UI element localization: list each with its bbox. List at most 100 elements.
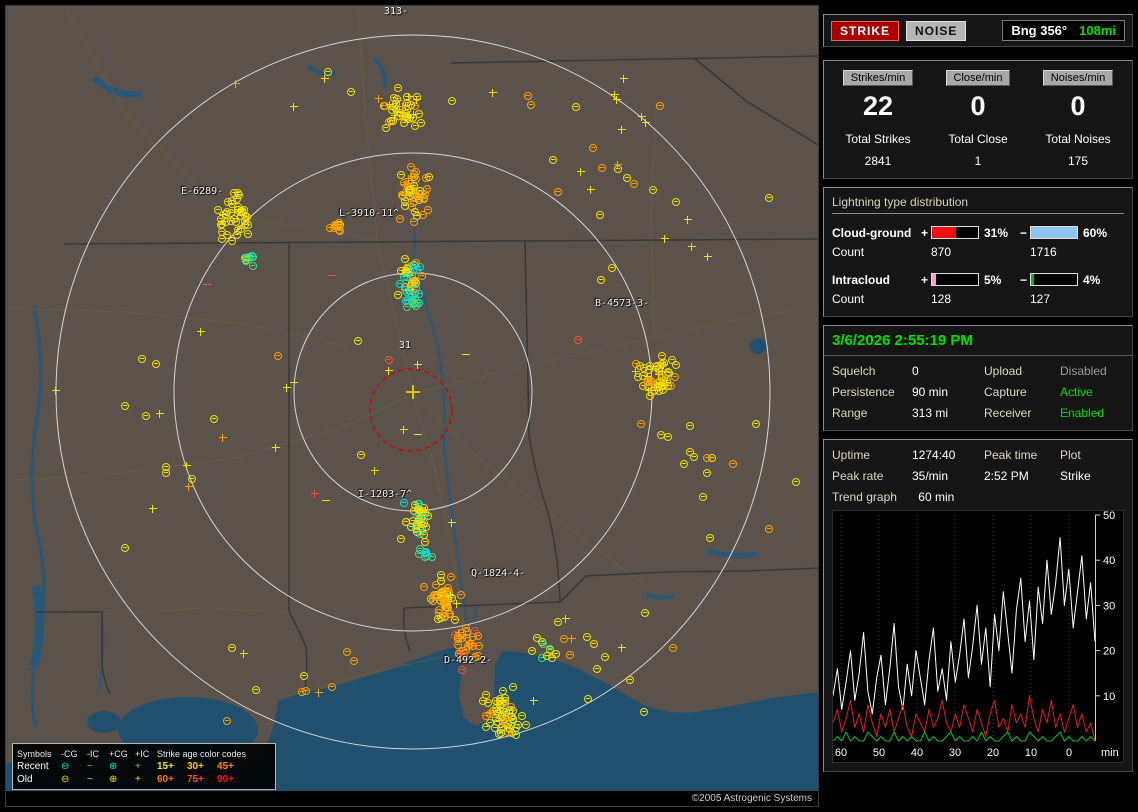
distribution-box: Lightning type distribution Cloud-ground…: [823, 187, 1133, 317]
border-tn-south: [63, 238, 818, 245]
legend-symbol-header: -CG: [61, 748, 78, 759]
trend-graph-label: Trend graph: [832, 490, 897, 504]
strike-indicator[interactable]: STRIKE: [831, 20, 900, 41]
legend-strike-icon: +: [135, 760, 141, 772]
legend-strike-icon: ⊖: [61, 773, 70, 785]
side-panel: STRIKE NOISE Bng 356° 108mi Strikes/min …: [823, 5, 1133, 782]
settings-grid: Squelch 0 Upload Disabled Persistence 90…: [824, 356, 1132, 430]
noises-column: Noises/min 0 Total Noises 175: [1028, 70, 1128, 168]
border-al-fl: [403, 601, 561, 609]
stats-grid: Uptime 1274:40 Peak time Plot Peak rate …: [832, 448, 1124, 483]
trend-graph-svg: 60 50 40 30 20 10 0 min 50 40 30 20 10: [832, 510, 1123, 759]
svg-text:10: 10: [1025, 747, 1037, 759]
legend-row-label: Recent: [17, 761, 49, 772]
legend-age-code: 15+: [157, 761, 174, 772]
status-box: 3/6/2026 2:55:19 PM Squelch 0 Upload Dis…: [823, 325, 1133, 431]
legend-symbols-label: Symbols: [17, 748, 52, 759]
tracked-cell-circle: [369, 368, 453, 452]
center-cell-label: 31: [399, 340, 412, 351]
map-base-layers: [6, 7, 818, 806]
legend-age-code: 45+: [217, 761, 234, 772]
capture-label: Capture: [984, 385, 1027, 399]
legend-strike-icon: ⊖: [61, 760, 70, 772]
ic-neg-count: 127: [1030, 291, 1051, 306]
cg-pos-count: 870: [931, 244, 952, 259]
plus-sign: +: [920, 272, 928, 287]
cg-neg-bar: [1030, 226, 1078, 239]
peak-time-value: 2:52 PM: [984, 469, 1029, 483]
uptime-value: 1274:40: [912, 448, 956, 462]
row-label: Cloud-ground: [832, 225, 912, 240]
svg-text:60: 60: [835, 747, 847, 759]
svg-text:20: 20: [1103, 646, 1115, 658]
trend-duration-row: Trend graph 60 min: [832, 490, 1124, 504]
intracloud-count-row: Count 128 127: [832, 289, 1124, 308]
border-al-ga: [524, 239, 561, 603]
total-strikes-label: Total Strikes: [845, 132, 911, 146]
ic-pos-count: 128: [931, 291, 952, 306]
intracloud-row: Intracloud + 5% − 4%: [832, 270, 1124, 289]
range-top-label: 313-: [384, 6, 409, 17]
total-noises-label: Total Noises: [1045, 132, 1111, 146]
border-perdido: [402, 607, 411, 652]
ic-neg-bar: [1030, 273, 1078, 286]
legend-symbol-header: +IC: [135, 748, 150, 759]
distribution-title: Lightning type distribution: [832, 195, 1124, 214]
indicator-box: STRIKE NOISE Bng 356° 108mi: [823, 14, 1133, 47]
svg-text:40: 40: [1103, 555, 1115, 567]
upload-label: Upload: [984, 364, 1023, 378]
noises-per-min-button[interactable]: Noises/min: [1042, 70, 1114, 86]
strikes-per-min-button[interactable]: Strikes/min: [842, 70, 914, 86]
legend-age-code: 30+: [187, 761, 204, 772]
legend-strike-icon: ⊕: [109, 760, 118, 772]
total-noises-value: 175: [1067, 154, 1089, 168]
plot-label: Plot: [1060, 448, 1081, 462]
center-crosshair: [406, 385, 420, 399]
minus-sign: −: [1019, 225, 1027, 240]
lightning-map[interactable]: E-6289- L-3910-11^ B-4573-3- I-1203-7^ Q-182…: [5, 5, 819, 807]
legend-symbol-header: +CG: [109, 748, 128, 759]
svg-text:40: 40: [911, 747, 923, 759]
border-la-ms: [36, 611, 111, 695]
bearing-display: Bng 356° 108mi: [1002, 20, 1125, 41]
svg-text:min: min: [1101, 747, 1119, 759]
squelch-label: Squelch: [832, 364, 876, 378]
cg-pos-bar: [931, 226, 979, 239]
plus-sign: +: [920, 225, 928, 240]
close-per-min-button[interactable]: Close/min: [945, 70, 1011, 86]
ic-neg-pct: 4%: [1083, 272, 1101, 287]
total-strikes-value: 2841: [864, 154, 892, 168]
range-label: Range: [832, 406, 868, 420]
plot-value: Strike: [1060, 469, 1091, 483]
map-status-bar: ©2005 Astrogenic Systems: [6, 791, 818, 806]
border-ms-al: [288, 244, 308, 695]
svg-text:50: 50: [1103, 511, 1115, 522]
legend-symbol-header: -IC: [87, 748, 99, 759]
noise-indicator[interactable]: NOISE: [906, 20, 967, 41]
rates-box: Strikes/min 22 Total Strikes 2841 Close/…: [823, 60, 1133, 179]
persistence-label: Persistence: [832, 385, 895, 399]
svg-text:20: 20: [987, 747, 999, 759]
legend-strike-icon: +: [135, 773, 141, 785]
border-ga-fl: [559, 567, 818, 603]
cg-neg-count: 1716: [1030, 244, 1057, 259]
count-label: Count: [832, 244, 865, 259]
cg-pos-pct: 31%: [984, 225, 1009, 240]
trend-duration-value: 60 min: [918, 490, 955, 504]
upload-value: Disabled: [1060, 364, 1107, 378]
uptime-label: Uptime: [832, 448, 871, 462]
map-legend: Symbols -CG -IC +CG +IC Strike age color code…: [12, 743, 276, 790]
total-close-label: Total Close: [948, 132, 1008, 146]
noises-per-min-value: 0: [1070, 91, 1086, 121]
border-ky-tn: [450, 55, 818, 64]
row-label: Intracloud: [832, 272, 891, 287]
range-value: 313 mi: [912, 406, 949, 420]
svg-text:30: 30: [949, 747, 961, 759]
svg-text:30: 30: [1103, 600, 1115, 612]
legend-age-code: 60+: [157, 774, 174, 785]
minus-sign: −: [1019, 272, 1027, 287]
close-column: Close/min 0 Total Close 1: [928, 70, 1028, 168]
ic-pos-pct: 5%: [984, 272, 1002, 287]
copyright: ©2005 Astrogenic Systems: [691, 793, 812, 804]
receiver-label: Receiver: [984, 406, 1032, 420]
